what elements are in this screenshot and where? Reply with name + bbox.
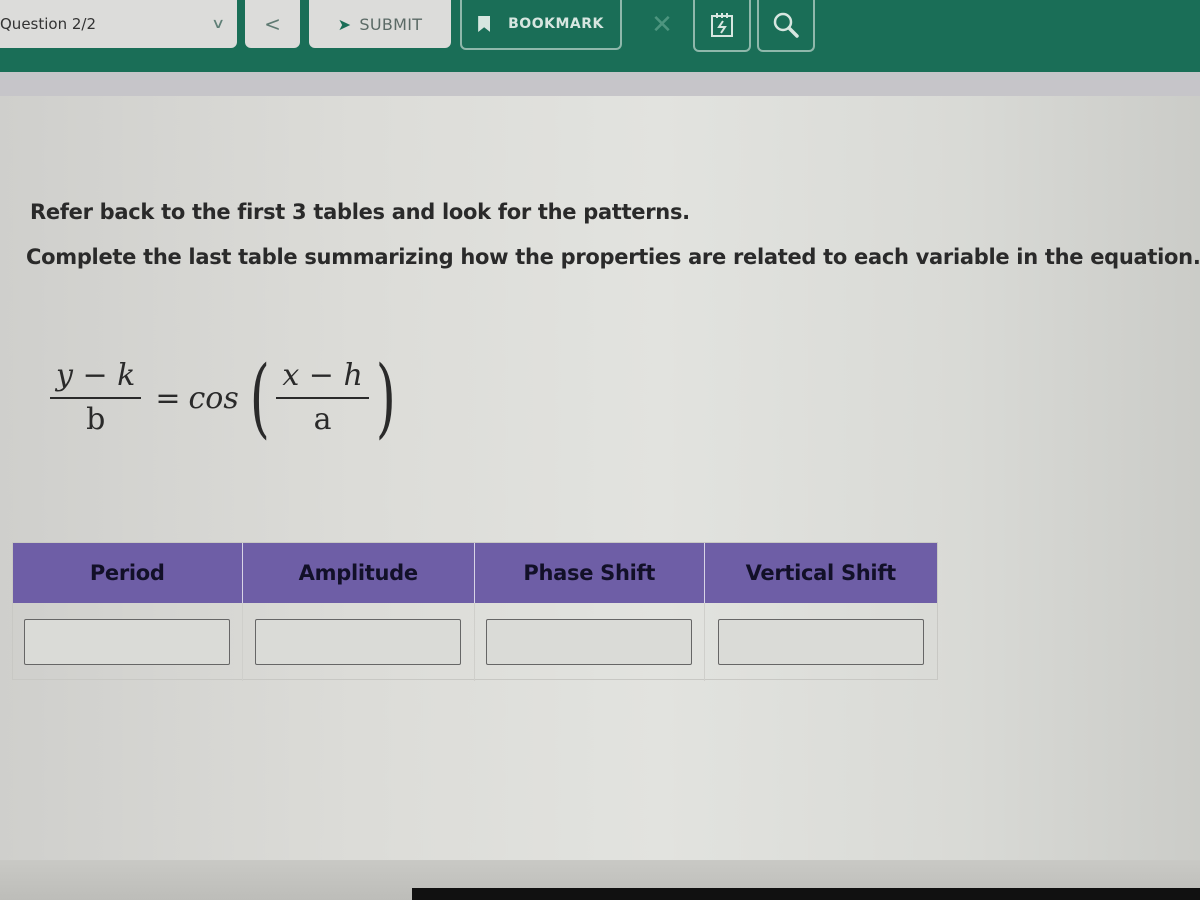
- left-denominator: b: [86, 402, 106, 437]
- bookmark-icon: [478, 16, 491, 32]
- cos-function: cos: [188, 380, 239, 416]
- close-icon: ✕: [651, 10, 673, 40]
- top-toolbar: Question 2/2 ∨ < ➤ SUBMIT BOOKMARK ✕: [0, 0, 1200, 72]
- close-paren: ): [375, 348, 396, 448]
- amplitude-input[interactable]: [255, 619, 462, 665]
- cell-period: [13, 603, 243, 681]
- right-numerator: x − h: [282, 358, 363, 393]
- question-label: Question 2/2: [0, 15, 96, 33]
- chevron-down-icon: ∨: [210, 16, 226, 32]
- bookmark-button[interactable]: BOOKMARK: [460, 0, 622, 50]
- screen-bezel: [412, 888, 1200, 900]
- submit-label: SUBMIT: [359, 14, 423, 34]
- paper-plane-icon: ➤: [337, 14, 352, 34]
- right-denominator: a: [313, 402, 332, 437]
- cell-phase-shift: [475, 603, 705, 681]
- header-vertical-shift: Vertical Shift: [704, 543, 937, 603]
- calendar-icon: [711, 13, 733, 37]
- header-period: Period: [13, 543, 243, 603]
- bookmark-label: BOOKMARK: [508, 16, 604, 32]
- summary-table: Period Amplitude Phase Shift Vertical Sh…: [12, 542, 938, 681]
- submit-button[interactable]: ➤ SUBMIT: [309, 0, 451, 48]
- question-selector[interactable]: Question 2/2 ∨: [0, 0, 237, 48]
- chevron-left-icon: <: [264, 12, 281, 36]
- header-amplitude: Amplitude: [242, 543, 475, 603]
- close-button[interactable]: ✕: [632, 0, 692, 50]
- instruction-line-2: Complete the last table summarizing how …: [26, 245, 1200, 269]
- fraction-bar: [276, 397, 369, 399]
- equals-sign: =: [155, 380, 181, 416]
- search-icon: [773, 12, 799, 38]
- search-button[interactable]: [757, 0, 815, 52]
- vertical-shift-input[interactable]: [717, 619, 924, 665]
- cell-vertical-shift: [705, 603, 938, 681]
- left-numerator: y − k: [56, 358, 136, 393]
- open-paren: (: [249, 348, 270, 448]
- toolbar-shadow-strip: [0, 72, 1200, 96]
- table-row: [13, 603, 937, 681]
- equation: y − k b = cos ( x − h a ): [50, 355, 402, 441]
- period-input[interactable]: [24, 619, 231, 665]
- right-fraction: x − h a: [276, 358, 369, 438]
- phase-shift-input[interactable]: [486, 619, 693, 665]
- cell-amplitude: [243, 603, 475, 681]
- left-fraction: y − k b: [50, 358, 142, 438]
- instruction-line-1: Refer back to the first 3 tables and loo…: [30, 200, 690, 224]
- calendar-button[interactable]: [693, 0, 751, 52]
- back-button[interactable]: <: [245, 0, 300, 48]
- fraction-bar: [50, 397, 142, 399]
- header-phase-shift: Phase Shift: [475, 543, 705, 603]
- table-header: Period Amplitude Phase Shift Vertical Sh…: [13, 543, 937, 603]
